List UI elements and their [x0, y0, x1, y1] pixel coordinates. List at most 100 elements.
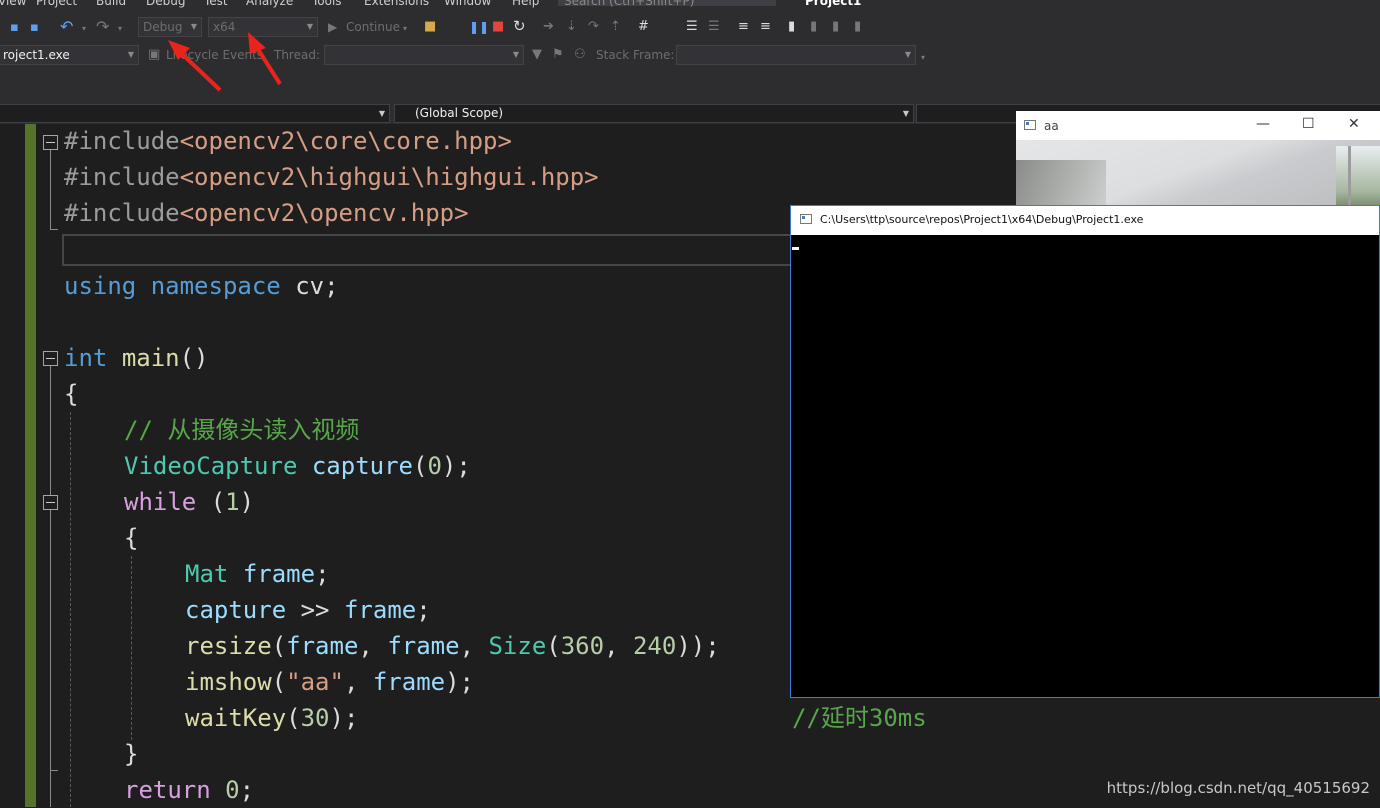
code-line-14[interactable]: capture >> frame;	[185, 592, 431, 628]
thread-icon[interactable]: ☰	[686, 19, 698, 35]
continue-dropdown-icon[interactable]: ▾	[403, 21, 407, 37]
indent-guide	[131, 556, 132, 740]
restart-icon[interactable]: ↻	[513, 18, 526, 34]
menu-view[interactable]: View	[0, 0, 26, 8]
punctuation: ,	[459, 632, 489, 660]
imshow-titlebar[interactable]: aa — ☐ ✕	[1016, 111, 1380, 140]
punctuation: (	[546, 632, 561, 660]
flag-icon[interactable]: ⚑	[552, 47, 564, 63]
fold-line	[50, 366, 51, 807]
punctuation: );	[441, 452, 471, 480]
number: 30	[300, 704, 330, 732]
keyword: namespace	[150, 272, 281, 300]
code-line-15[interactable]: resize(frame, frame, Size(360, 240));	[185, 628, 720, 664]
console-titlebar[interactable]: C:\Users\ttp\source\repos\Project1\x64\D…	[791, 206, 1379, 235]
redo-dropdown-icon[interactable]: ▾	[118, 21, 122, 37]
number: 1	[225, 488, 240, 516]
menu-tools[interactable]: Tools	[312, 0, 342, 8]
menu-extensions[interactable]: Extensions	[364, 0, 429, 8]
variable: frame	[387, 632, 460, 660]
console-cursor	[792, 247, 799, 250]
bookmark-icon[interactable]: ▮	[788, 19, 795, 35]
stop-icon[interactable]: ■	[492, 19, 504, 35]
menu-debug[interactable]: Debug	[146, 0, 185, 8]
clear-bookmark-icon[interactable]: ▮	[854, 19, 861, 35]
menu-project[interactable]: Project	[36, 0, 77, 8]
show-next-statement-icon[interactable]: ➔	[543, 19, 554, 35]
code-line-11[interactable]: while (1)	[124, 484, 254, 520]
punctuation: ;	[324, 272, 339, 300]
comment-icon[interactable]: ≡	[738, 19, 749, 35]
code-line-2[interactable]: #include<opencv2\highgui\highgui.hpp>	[64, 159, 599, 195]
change-tracking-margin	[25, 124, 36, 807]
console-window[interactable]: C:\Users\ttp\source\repos\Project1\x64\D…	[790, 205, 1380, 698]
code-line-18[interactable]: }	[124, 736, 138, 772]
pause-icon[interactable]: ❚❚	[469, 19, 489, 35]
code-line-10[interactable]: VideoCapture capture(0);	[124, 448, 471, 484]
menu-window[interactable]: Window	[444, 0, 491, 8]
keyword: return	[124, 776, 211, 804]
code-line-9[interactable]: // 从摄像头读入视频	[124, 412, 359, 448]
punctuation: );	[445, 668, 475, 696]
save-all-icon[interactable]: ▪	[30, 20, 39, 36]
continue-button[interactable]: Continue	[346, 20, 400, 34]
close-button[interactable]: ✕	[1348, 116, 1360, 132]
keyword: int	[64, 344, 108, 372]
next-bookmark-icon[interactable]: ▮	[832, 19, 839, 35]
code-line-19[interactable]: return 0;	[124, 772, 254, 808]
minimize-button[interactable]: —	[1256, 116, 1270, 132]
code-line-7[interactable]: int main()	[64, 340, 209, 376]
save-icon[interactable]: ▪	[10, 20, 19, 36]
step-into-icon[interactable]: ⇣	[566, 19, 577, 35]
code-line-5[interactable]: using namespace cv;	[64, 268, 339, 304]
keyword: using	[64, 272, 137, 300]
menu-help[interactable]: Help	[512, 0, 539, 8]
code-line-17[interactable]: waitKey(30);	[185, 700, 358, 736]
frame-icon[interactable]: ☰	[708, 19, 720, 35]
thread-dropdown[interactable]: ▼	[324, 45, 524, 65]
hex-display-icon[interactable]: #	[638, 19, 649, 35]
undo-icon[interactable]: ↶	[60, 19, 73, 35]
annotation-arrows	[168, 32, 282, 92]
menu-build[interactable]: Build	[96, 0, 126, 8]
code-line-3[interactable]: #include<opencv2\opencv.hpp>	[64, 195, 469, 231]
play-icon[interactable]: ▶	[328, 19, 337, 35]
code-line-1[interactable]: #include<opencv2\core\core.hpp>	[64, 123, 512, 159]
brace: }	[124, 740, 139, 768]
punctuation: (	[271, 668, 287, 696]
include-path: <opencv2\highgui\highgui.hpp>	[179, 163, 599, 191]
redo-icon[interactable]: ↷	[96, 19, 109, 35]
collapse-icon[interactable]	[43, 135, 58, 150]
imshow-window[interactable]: aa — ☐ ✕	[1016, 111, 1380, 211]
search-placeholder: Search (Ctrl+Shift+P)	[564, 0, 695, 8]
process-dropdown[interactable]: roject1.exe ▼	[0, 45, 139, 65]
maximize-button[interactable]: ☐	[1302, 116, 1315, 132]
code-line-13[interactable]: Mat frame;	[185, 556, 330, 592]
filter-icon[interactable]: ▼	[532, 47, 542, 63]
step-over-icon[interactable]: ↷	[588, 19, 599, 35]
step-out-icon[interactable]: ⇡	[610, 19, 621, 35]
menu-analyze[interactable]: Analyze	[246, 0, 293, 8]
stack-frame-label: Stack Frame:	[596, 48, 675, 62]
code-line-17-comment[interactable]: //延时30ms	[792, 700, 927, 736]
prev-bookmark-icon[interactable]: ▮	[810, 19, 817, 35]
toolbar-options-icon[interactable]: ▾	[921, 50, 925, 66]
uncomment-icon[interactable]: ≡	[760, 19, 771, 35]
punctuation: )	[239, 488, 255, 516]
annotation-arrow-left	[178, 50, 222, 92]
punctuation: (	[413, 452, 428, 480]
global-scope-dropdown[interactable]: (Global Scope) ▼	[394, 104, 914, 123]
punctuation: (	[286, 704, 301, 732]
code-line-8[interactable]: {	[64, 376, 78, 412]
collapse-icon[interactable]	[43, 495, 58, 510]
threads-icon[interactable]: ⚇	[574, 47, 586, 63]
search-box[interactable]: Search (Ctrl+Shift+P)	[558, 0, 776, 8]
stack-frame-dropdown[interactable]: ▼	[676, 45, 916, 65]
project-scope-dropdown[interactable]: ▼	[0, 104, 390, 123]
menu-test[interactable]: Test	[204, 0, 228, 8]
process-icon[interactable]: ■	[424, 19, 436, 35]
code-line-12[interactable]: {	[124, 520, 138, 556]
collapse-icon[interactable]	[43, 351, 58, 366]
undo-dropdown-icon[interactable]: ▾	[82, 21, 86, 37]
code-line-16[interactable]: imshow("aa", frame);	[185, 664, 474, 700]
